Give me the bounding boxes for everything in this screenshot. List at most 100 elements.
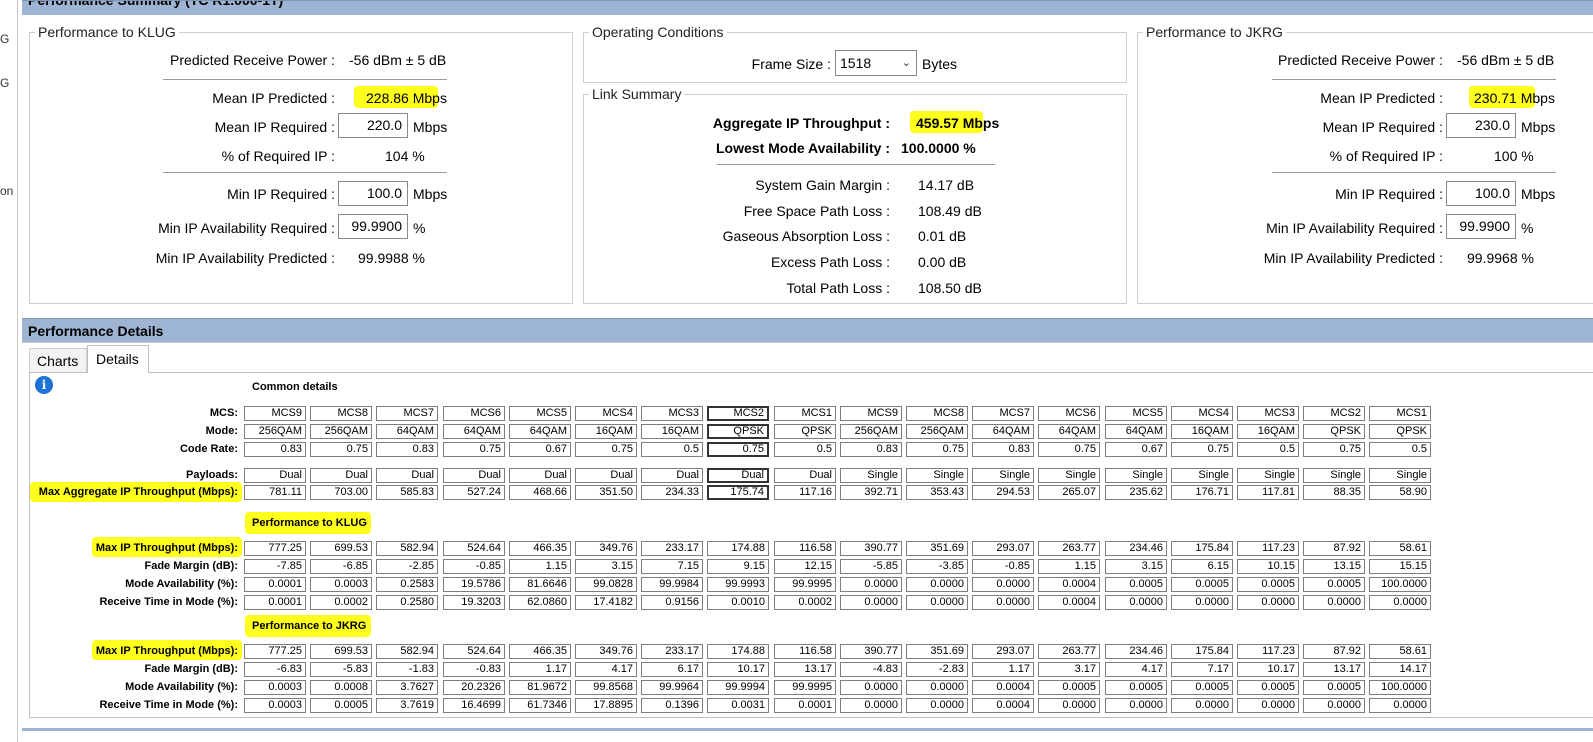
table-cell: 117.81 <box>1237 485 1299 500</box>
table-cell: 0.0031 <box>707 698 769 713</box>
table-cell: 349.76 <box>575 644 637 659</box>
table-cell: 10.17 <box>707 662 769 677</box>
table-cell: Single <box>1105 468 1167 483</box>
table-cell: 0.0000 <box>972 595 1034 610</box>
mean-ip-required-input[interactable]: 220.0 <box>338 113 408 138</box>
table-cell: 0.0005 <box>1303 680 1365 695</box>
table-cell: 0.0004 <box>972 698 1034 713</box>
table-cell: 0.0000 <box>840 577 902 592</box>
table-cell: 1.15 <box>509 559 571 574</box>
row-label: Receive Time in Mode (%): <box>99 699 238 711</box>
table-cell: 0.0000 <box>1237 698 1299 713</box>
table-cell: 175.84 <box>1171 644 1233 659</box>
row-label: Fade Margin (dB): <box>144 560 239 572</box>
table-cell: 1.15 <box>1038 559 1100 574</box>
aggregate-ip-throughput-value: 459.57 Mbps <box>916 115 1000 131</box>
pct-required-ip-label: % of Required IP : <box>1329 148 1443 164</box>
table-cell: 14.17 <box>1369 662 1431 677</box>
min-ip-required-input[interactable]: 100.0 <box>338 181 408 206</box>
table-cell: MCS1 <box>1369 406 1431 421</box>
excess-path-loss-label: Excess Path Loss : <box>770 254 890 270</box>
system-gain-margin-value: 14.17 dB <box>918 177 975 193</box>
table-cell: 64QAM <box>376 424 438 439</box>
table-cell: 13.17 <box>774 662 836 677</box>
table-cell: 582.94 <box>376 541 438 556</box>
min-ip-availability-predicted-value: 99.9988 % <box>358 250 425 266</box>
table-cell: 0.83 <box>376 442 438 457</box>
table-cell: 0.75 <box>1303 442 1365 457</box>
table-cell: 116.58 <box>774 541 836 556</box>
table-cell: 0.0005 <box>310 698 372 713</box>
tab-details[interactable]: Details <box>87 345 149 373</box>
table-cell: -0.85 <box>443 559 505 574</box>
table-cell: 87.92 <box>1303 541 1365 556</box>
table-cell: -1.83 <box>376 662 438 677</box>
min-ip-availability-required-input[interactable]: 99.9900 <box>1446 214 1516 239</box>
frame-size-select[interactable]: 1518 ⌄ <box>835 50 917 76</box>
table-cell: 64QAM <box>1105 424 1167 439</box>
pct-required-ip-label: % of Required IP : <box>221 148 335 164</box>
table-cell: 0.0008 <box>310 680 372 695</box>
group-legend: Performance to JKRG <box>1146 24 1283 40</box>
table-cell: Dual <box>641 468 703 483</box>
table-cell: 3.17 <box>1038 662 1100 677</box>
table-cell: 0.0005 <box>1171 680 1233 695</box>
table-cell: 256QAM <box>840 424 902 439</box>
performance-to-jkrg-title: Performance to JKRG <box>252 620 367 632</box>
row-label: Receive Time in Mode (%): <box>99 596 238 608</box>
min-ip-availability-required-label: Min IP Availability Required : <box>1266 220 1443 236</box>
mean-ip-required-input[interactable]: 230.0 <box>1446 113 1516 138</box>
row-label: Mode Availability (%): <box>125 681 238 693</box>
table-cell: 117.16 <box>774 485 836 500</box>
table-cell: 58.90 <box>1369 485 1431 500</box>
table-cell: MCS1 <box>774 406 836 421</box>
table-cell: 294.53 <box>972 485 1034 500</box>
table-cell: 15.15 <box>1369 559 1431 574</box>
table-cell: 99.8568 <box>575 680 637 695</box>
table-cell: 64QAM <box>972 424 1034 439</box>
separator <box>1272 172 1556 173</box>
table-cell: 175.84 <box>1171 541 1233 556</box>
table-cell: 0.0000 <box>906 698 968 713</box>
table-cell: 0.0000 <box>906 595 968 610</box>
table-cell: 20.2326 <box>443 680 505 695</box>
table-cell: 16.4699 <box>443 698 505 713</box>
mean-ip-required-label: Mean IP Required : <box>1322 119 1443 135</box>
table-cell: 3.15 <box>575 559 637 574</box>
tab-charts[interactable]: Charts <box>29 348 87 372</box>
table-cell: 10.17 <box>1237 662 1299 677</box>
info-icon[interactable]: i <box>35 376 53 394</box>
table-cell: 10.15 <box>1237 559 1299 574</box>
table-cell: 0.0005 <box>1237 577 1299 592</box>
unit-label: % <box>413 220 426 236</box>
table-cell: 99.9994 <box>707 680 769 695</box>
table-cell: 0.0005 <box>1105 577 1167 592</box>
unit-label: % <box>1521 220 1534 236</box>
table-cell: Dual <box>575 468 637 483</box>
table-cell: 16QAM <box>575 424 637 439</box>
group-legend: Performance to KLUG <box>38 24 176 40</box>
free-space-path-loss-label: Free Space Path Loss : <box>743 203 890 219</box>
mean-ip-required-label: Mean IP Required : <box>214 119 335 135</box>
table-cell: MCS2 <box>707 406 769 421</box>
row-label: Mode: <box>205 425 238 437</box>
table-cell: -2.83 <box>906 662 968 677</box>
table-cell: 7.17 <box>1171 662 1233 677</box>
min-ip-availability-required-input[interactable]: 99.9900 <box>338 214 408 239</box>
table-cell: Dual <box>509 468 571 483</box>
min-ip-required-input[interactable]: 100.0 <box>1446 181 1516 206</box>
table-cell: 235.62 <box>1105 485 1167 500</box>
mean-ip-predicted-label: Mean IP Predicted : <box>1320 90 1443 106</box>
table-cell: 99.9995 <box>774 680 836 695</box>
table-cell: 293.07 <box>972 541 1034 556</box>
table-cell: 0.75 <box>906 442 968 457</box>
table-cell: 0.0001 <box>244 595 306 610</box>
table-cell: MCS8 <box>906 406 968 421</box>
table-cell: 0.0000 <box>1237 595 1299 610</box>
table-cell: -4.83 <box>840 662 902 677</box>
table-cell: 0.75 <box>1038 442 1100 457</box>
table-cell: 3.15 <box>1105 559 1167 574</box>
table-cell: 0.0000 <box>906 680 968 695</box>
table-cell: 0.0005 <box>1303 577 1365 592</box>
separator <box>717 164 995 165</box>
